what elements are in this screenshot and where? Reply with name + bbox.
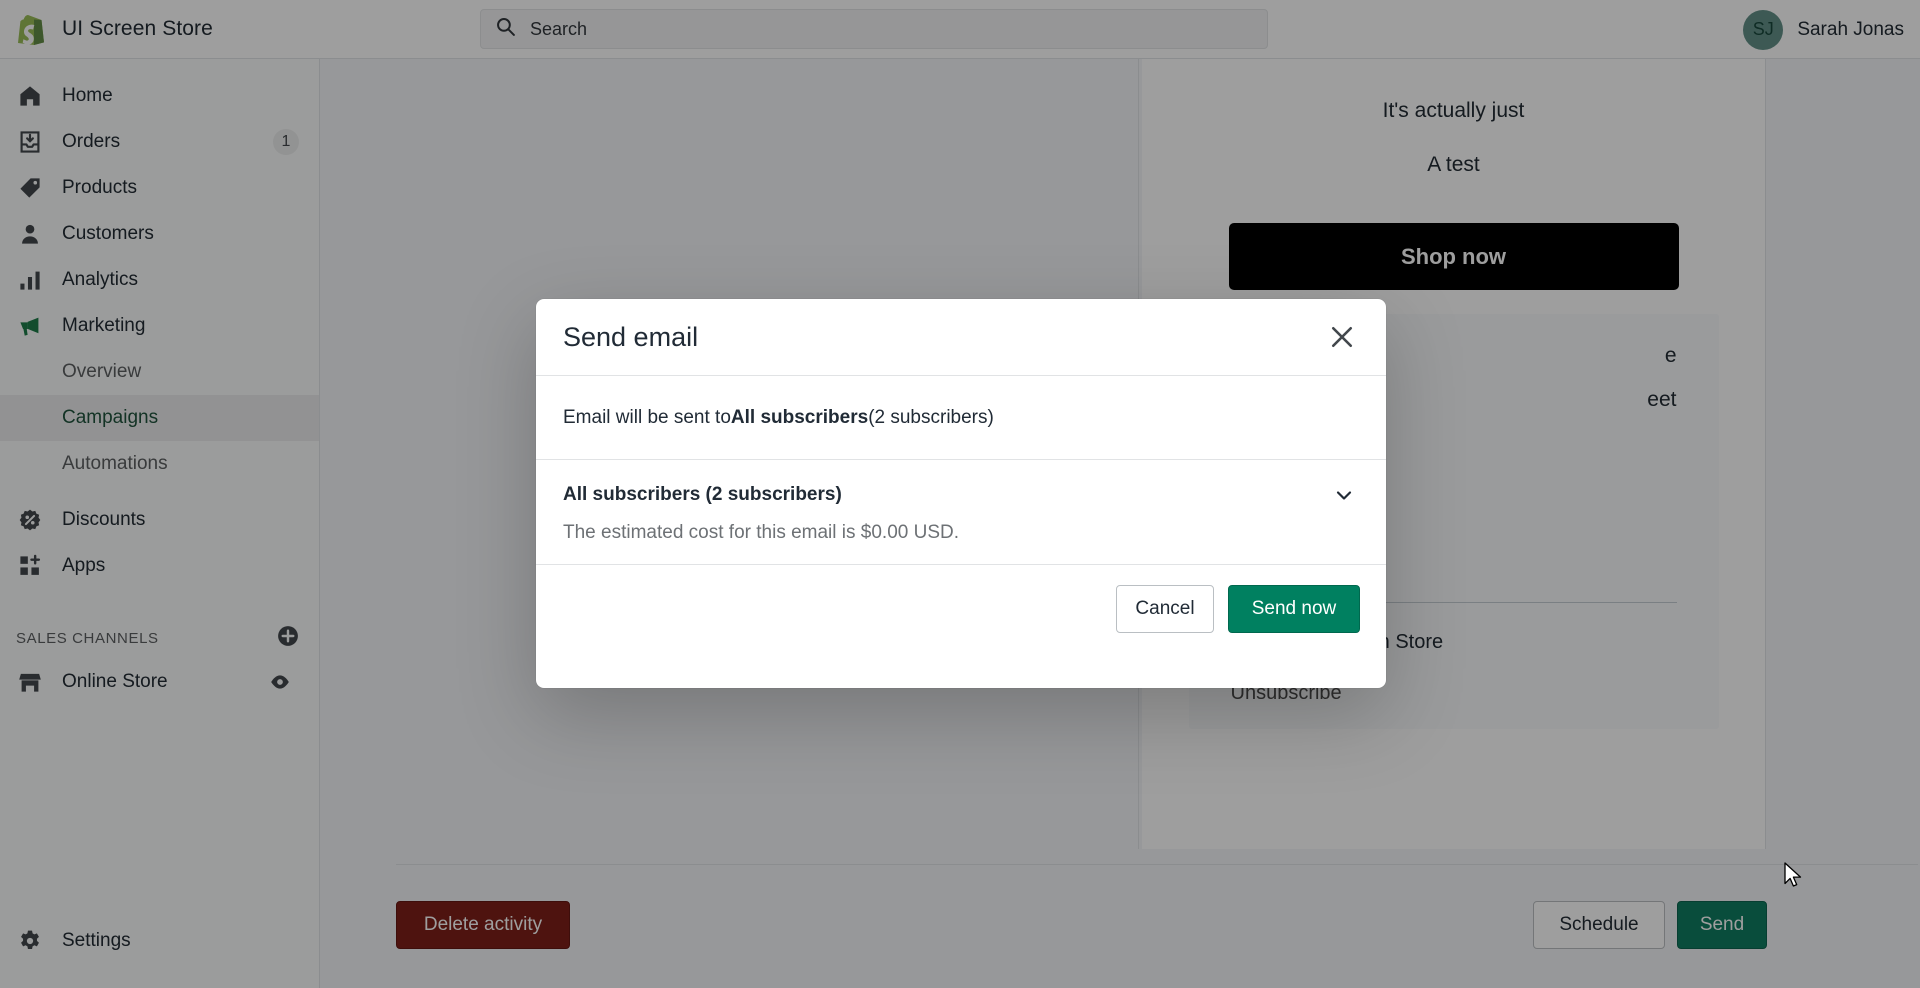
mouse-cursor — [1784, 862, 1804, 895]
sidebar-item-discounts[interactable]: Discounts — [0, 497, 319, 543]
sidebar-item-label: Campaigns — [62, 407, 159, 428]
send-button[interactable]: Send — [1677, 901, 1767, 949]
products-tag-icon — [16, 174, 44, 202]
sidebar-item-label: Apps — [62, 555, 106, 576]
plus-circle-icon[interactable] — [277, 625, 299, 652]
search-container: Search — [480, 9, 1268, 49]
orders-icon — [16, 128, 44, 156]
sidebar-item-label: Overview — [62, 361, 142, 382]
sidebar-item-home[interactable]: Home — [0, 73, 319, 119]
app-root: UI Screen Store Search SJ Sarah Jonas Ho… — [0, 0, 1920, 988]
sidebar-item-label: Orders — [62, 131, 121, 152]
sidebar-item-settings[interactable]: Settings — [0, 918, 320, 964]
gear-icon — [16, 927, 44, 955]
sidebar-item-apps[interactable]: Apps — [0, 543, 319, 589]
close-x-icon[interactable] — [1324, 319, 1360, 355]
sidebar-item-campaigns[interactable]: Campaigns — [0, 395, 319, 441]
sidebar-item-label: Discounts — [62, 509, 146, 530]
cancel-button[interactable]: Cancel — [1116, 585, 1214, 633]
recipient-bold: All subscribers — [730, 406, 869, 428]
sidebar-item-online-store[interactable]: Online Store — [0, 659, 319, 705]
storefront-icon — [16, 668, 44, 696]
customers-person-icon — [16, 220, 44, 248]
sidebar-item-orders[interactable]: Orders 1 — [0, 119, 319, 165]
subscriber-group-row[interactable]: All subscribers (2 subscribers) — [563, 482, 1359, 508]
sidebar: Home Orders 1 Products Customers Analyti… — [0, 59, 320, 988]
sales-channels-header: SALES CHANNELS — [0, 617, 319, 659]
sidebar-item-label: Automations — [62, 453, 168, 474]
analytics-bars-icon — [16, 266, 44, 294]
apps-grid-plus-icon — [16, 552, 44, 580]
sidebar-item-customers[interactable]: Customers — [0, 211, 319, 257]
user-name: Sarah Jonas — [1797, 18, 1904, 40]
sidebar-item-products[interactable]: Products — [0, 165, 319, 211]
sidebar-item-marketing[interactable]: Marketing — [0, 303, 319, 349]
modal-header: Send email — [536, 299, 1386, 376]
preview-line-1: It's actually just — [1382, 99, 1525, 122]
marketing-megaphone-icon — [16, 312, 44, 340]
sidebar-item-label: Home — [62, 85, 113, 106]
status-badge: 1 — [273, 129, 299, 155]
brand-name: UI Screen Store — [62, 17, 213, 40]
sidebar-item-label: Customers — [62, 223, 154, 244]
sidebar-item-automations[interactable]: Automations — [0, 441, 319, 487]
recipient-suffix: (2 subscribers) — [868, 406, 994, 428]
sidebar-item-overview[interactable]: Overview — [0, 349, 319, 395]
home-icon — [16, 82, 44, 110]
send-now-button[interactable]: Send now — [1228, 585, 1360, 633]
sidebar-item-label: Online Store — [62, 671, 168, 692]
subscriber-group-title: All subscribers (2 subscribers) — [563, 484, 842, 505]
delete-activity-button[interactable]: Delete activity — [396, 901, 570, 949]
search-placeholder: Search — [530, 18, 588, 39]
send-email-modal: Send email Email will be sent to All sub… — [536, 299, 1386, 688]
estimated-cost-text: The estimated cost for this email is $0.… — [563, 522, 959, 543]
preview-line-2: A test — [1427, 153, 1480, 176]
sidebar-item-label: Marketing — [62, 315, 146, 336]
chevron-down-icon[interactable] — [1329, 482, 1359, 508]
subscriber-group-section: All subscribers (2 subscribers) The esti… — [536, 460, 1386, 565]
sidebar-item-label: Analytics — [62, 269, 139, 290]
action-bar: Delete activity Schedule Send — [320, 849, 1920, 988]
recipient-prefix: Email will be sent to — [563, 406, 731, 428]
modal-title: Send email — [563, 321, 699, 352]
shop-now-button[interactable]: Shop now — [1228, 223, 1679, 290]
sidebar-item-analytics[interactable]: Analytics — [0, 257, 319, 303]
shopify-bag-logo-icon — [16, 13, 46, 45]
user-menu[interactable]: SJ Sarah Jonas — [1743, 0, 1920, 59]
discount-badge-icon — [16, 506, 44, 534]
search-input[interactable]: Search — [480, 9, 1268, 49]
panel-divider-right — [1765, 59, 1766, 849]
action-bar-divider — [396, 864, 1918, 865]
brand[interactable]: UI Screen Store — [0, 0, 320, 59]
schedule-button[interactable]: Schedule — [1533, 901, 1665, 949]
eye-icon[interactable] — [261, 669, 299, 695]
sidebar-item-label: Settings — [62, 930, 131, 951]
sidebar-item-label: Products — [62, 177, 137, 198]
recipient-summary: Email will be sent to All subscribers (2… — [536, 376, 1386, 460]
top-bar: UI Screen Store Search SJ Sarah Jonas — [0, 0, 1920, 59]
sales-channels-title: SALES CHANNELS — [16, 629, 159, 647]
modal-footer: Cancel Send now — [536, 565, 1386, 653]
search-icon — [495, 16, 516, 42]
avatar: SJ — [1743, 9, 1784, 50]
